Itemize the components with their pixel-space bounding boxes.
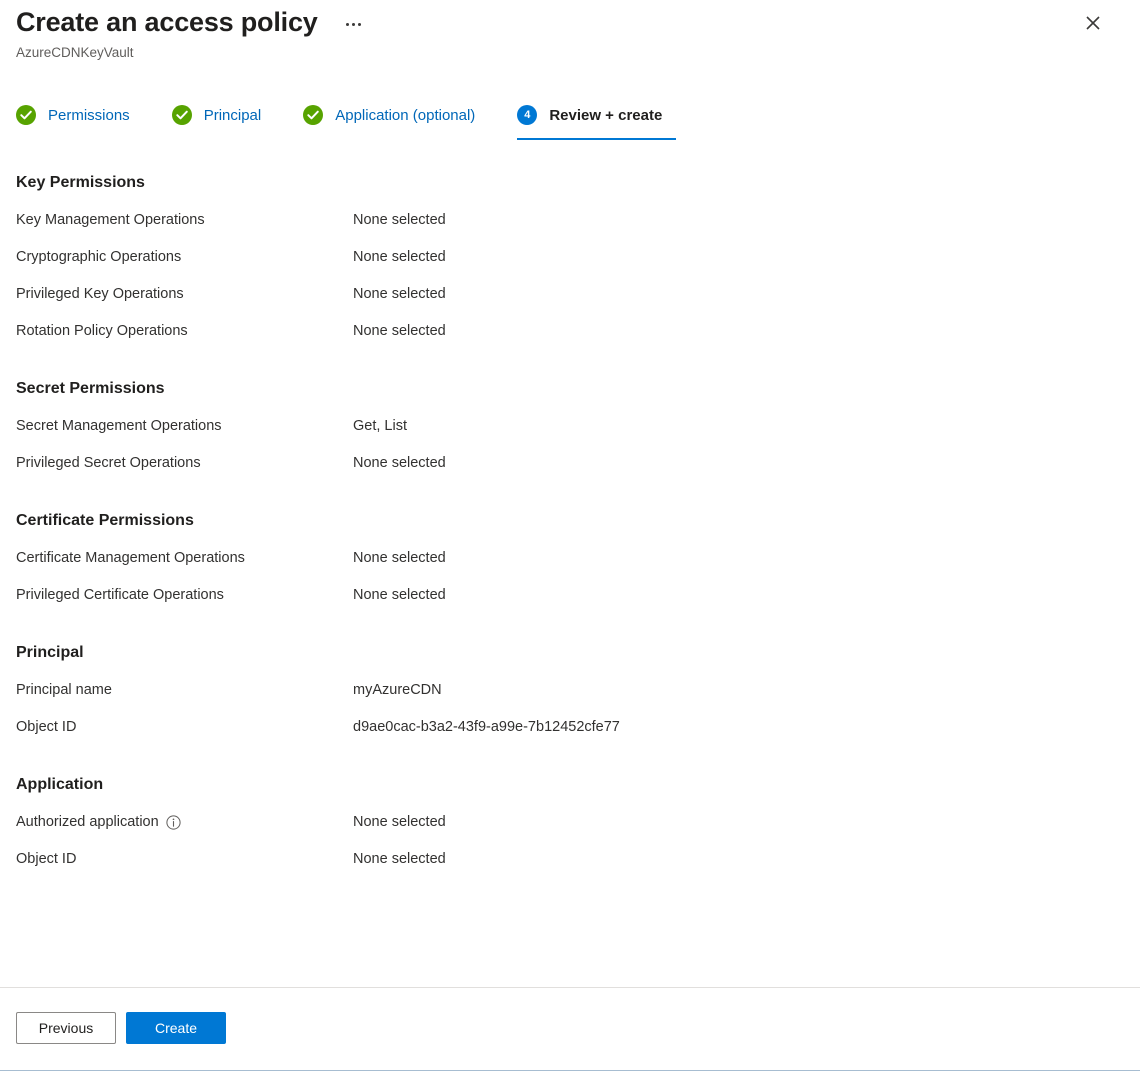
section-rows: Secret Management Operations Get, List P… <box>0 402 1140 490</box>
info-icon[interactable] <box>166 814 181 830</box>
row-label: Secret Management Operations <box>16 418 222 434</box>
row-label: Privileged Key Operations <box>16 286 184 302</box>
ellipsis-dot <box>358 22 362 26</box>
review-row: Privileged Secret Operations None select… <box>0 453 1140 490</box>
previous-button[interactable]: Previous <box>16 1012 116 1044</box>
row-value: d9ae0cac-b3a2-43f9-a99e-7b12452cfe77 <box>353 719 620 735</box>
row-value: None selected <box>353 286 446 302</box>
close-icon[interactable] <box>1079 9 1107 37</box>
bottom-divider <box>0 1070 1140 1071</box>
review-row: Principal name myAzureCDN <box>0 680 1140 717</box>
review-content: Key Permissions Key Management Operation… <box>0 170 1140 886</box>
section-heading: Principal <box>16 644 84 661</box>
review-row: Privileged Key Operations None selected <box>0 284 1140 321</box>
row-value: None selected <box>353 249 446 265</box>
row-label: Certificate Management Operations <box>16 550 245 566</box>
create-button[interactable]: Create <box>126 1012 226 1044</box>
row-value: None selected <box>353 814 446 830</box>
row-value: None selected <box>353 323 446 339</box>
tab-label: Permissions <box>48 106 130 124</box>
ellipsis-icon[interactable] <box>341 11 367 37</box>
active-tab-underline <box>517 138 677 140</box>
row-value: None selected <box>353 212 446 228</box>
page-subtitle: AzureCDNKeyVault <box>16 45 134 60</box>
check-circle-icon <box>16 105 36 125</box>
ellipsis-dot <box>352 22 356 26</box>
tab-permissions[interactable]: Permissions <box>16 96 144 134</box>
section-certificate-permissions: Certificate Permissions Certificate Mana… <box>0 508 1140 622</box>
section-heading: Secret Permissions <box>16 380 165 397</box>
row-value: None selected <box>353 550 446 566</box>
check-circle-icon <box>171 105 192 125</box>
row-value: None selected <box>353 851 446 867</box>
row-label: Privileged Secret Operations <box>16 455 201 471</box>
section-rows: Authorized application None selected Obj… <box>0 798 1140 886</box>
tab-label: Application (optional) <box>335 106 476 124</box>
review-row: Privileged Certificate Operations None s… <box>0 585 1140 622</box>
row-label-text: Authorized application <box>16 814 159 830</box>
wizard-tabs: Permissions Principal Application (optio… <box>16 96 677 140</box>
section-key-permissions: Key Permissions Key Management Operation… <box>0 170 1140 358</box>
review-row: Rotation Policy Operations None selected <box>0 321 1140 358</box>
review-row: Certificate Management Operations None s… <box>0 548 1140 585</box>
review-row: Secret Management Operations Get, List <box>0 416 1140 453</box>
section-rows: Principal name myAzureCDN Object ID d9ae… <box>0 666 1140 754</box>
check-circle-icon <box>303 105 324 125</box>
row-value: Get, List <box>353 418 407 434</box>
section-secret-permissions: Secret Permissions Secret Management Ope… <box>0 376 1140 490</box>
row-value: None selected <box>353 587 446 603</box>
review-row: Authorized application None selected <box>0 812 1140 849</box>
review-row: Key Management Operations None selected <box>0 210 1140 247</box>
row-label: Object ID <box>16 719 77 735</box>
section-heading: Application <box>16 776 104 793</box>
row-label: Object ID <box>16 851 77 867</box>
review-row: Object ID None selected <box>0 849 1140 886</box>
section-principal: Principal Principal name myAzureCDN Obje… <box>0 640 1140 754</box>
section-heading: Certificate Permissions <box>16 512 194 529</box>
section-rows: Key Management Operations None selected … <box>0 196 1140 358</box>
row-label: Key Management Operations <box>16 212 205 228</box>
page-header: Create an access policy AzureCDNKeyVault <box>0 0 1140 86</box>
row-label: Authorized application <box>16 812 353 832</box>
tab-label: Principal <box>203 106 262 124</box>
step-number-badge: 4 <box>517 105 538 125</box>
tab-principal[interactable]: Principal <box>171 96 276 134</box>
title-row: Create an access policy <box>16 4 367 40</box>
review-row: Cryptographic Operations None selected <box>0 247 1140 284</box>
review-row: Object ID d9ae0cac-b3a2-43f9-a99e-7b1245… <box>0 717 1140 754</box>
section-application: Application Authorized application None … <box>0 772 1140 886</box>
row-label: Privileged Certificate Operations <box>16 587 224 603</box>
tab-review-create[interactable]: 4 Review + create <box>517 96 677 140</box>
wizard-footer: Previous Create <box>0 987 1140 1074</box>
page-title: Create an access policy <box>16 7 318 37</box>
section-heading: Key Permissions <box>16 174 145 191</box>
ellipsis-dot <box>346 22 350 26</box>
row-value: None selected <box>353 455 446 471</box>
tab-label: Review + create <box>549 106 663 124</box>
tab-application-optional[interactable]: Application (optional) <box>303 96 489 134</box>
footer-actions: Previous Create <box>16 1012 226 1044</box>
row-value: myAzureCDN <box>353 682 442 698</box>
section-rows: Certificate Management Operations None s… <box>0 534 1140 622</box>
row-label: Rotation Policy Operations <box>16 323 188 339</box>
row-label: Cryptographic Operations <box>16 249 182 265</box>
row-label: Principal name <box>16 682 112 698</box>
